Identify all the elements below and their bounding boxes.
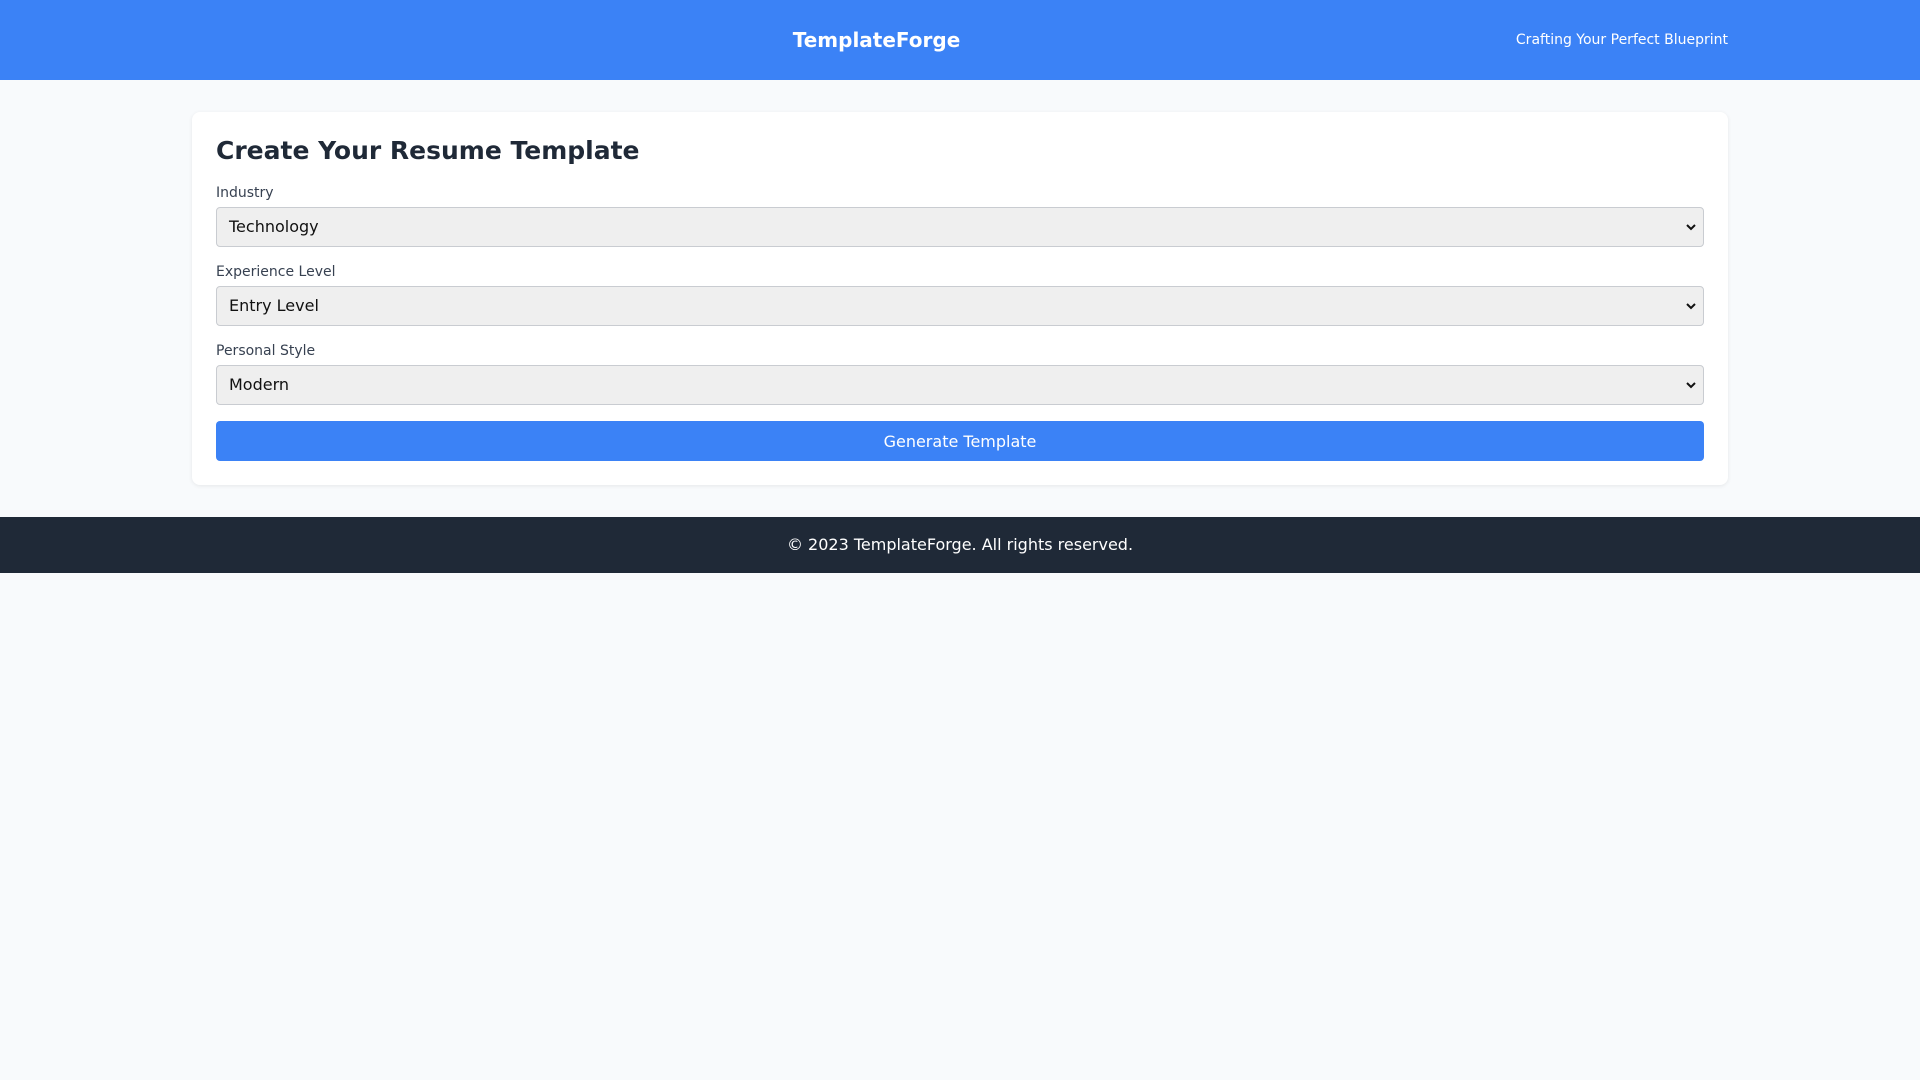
personal-style-field: Personal Style Modern [216, 342, 1704, 405]
page-footer: © 2023 TemplateForge. All rights reserve… [0, 517, 1920, 573]
industry-field: Industry Technology [216, 184, 1704, 247]
chevron-down-icon [1685, 287, 1697, 325]
app-tagline: Crafting Your Perfect Blueprint [1515, 32, 1728, 48]
personal-style-select[interactable]: Modern [216, 365, 1704, 405]
experience-level-label: Experience Level [216, 264, 336, 280]
personal-style-label: Personal Style [216, 343, 316, 359]
industry-selected-value: Technology [229, 217, 319, 236]
chevron-down-icon [1685, 208, 1697, 246]
app-title: TemplateForge [792, 28, 961, 52]
generate-template-button[interactable]: Generate Template [216, 421, 1704, 461]
industry-select[interactable]: Technology [216, 207, 1704, 247]
experience-level-field: Experience Level Entry Level [216, 263, 1704, 326]
copyright-text: © 2023 TemplateForge. All rights reserve… [786, 535, 1134, 554]
personal-style-selected-value: Modern [229, 375, 290, 394]
industry-label: Industry [216, 185, 274, 201]
experience-level-select[interactable]: Entry Level [216, 286, 1704, 326]
form-title: Create Your Resume Template [216, 136, 640, 165]
experience-level-selected-value: Entry Level [229, 296, 319, 315]
resume-form-card: Create Your Resume Template Industry Tec… [192, 112, 1728, 485]
chevron-down-icon [1685, 366, 1697, 404]
app-header: TemplateForge Crafting Your Perfect Blue… [0, 0, 1920, 80]
main-content: Create Your Resume Template Industry Tec… [0, 80, 1920, 517]
